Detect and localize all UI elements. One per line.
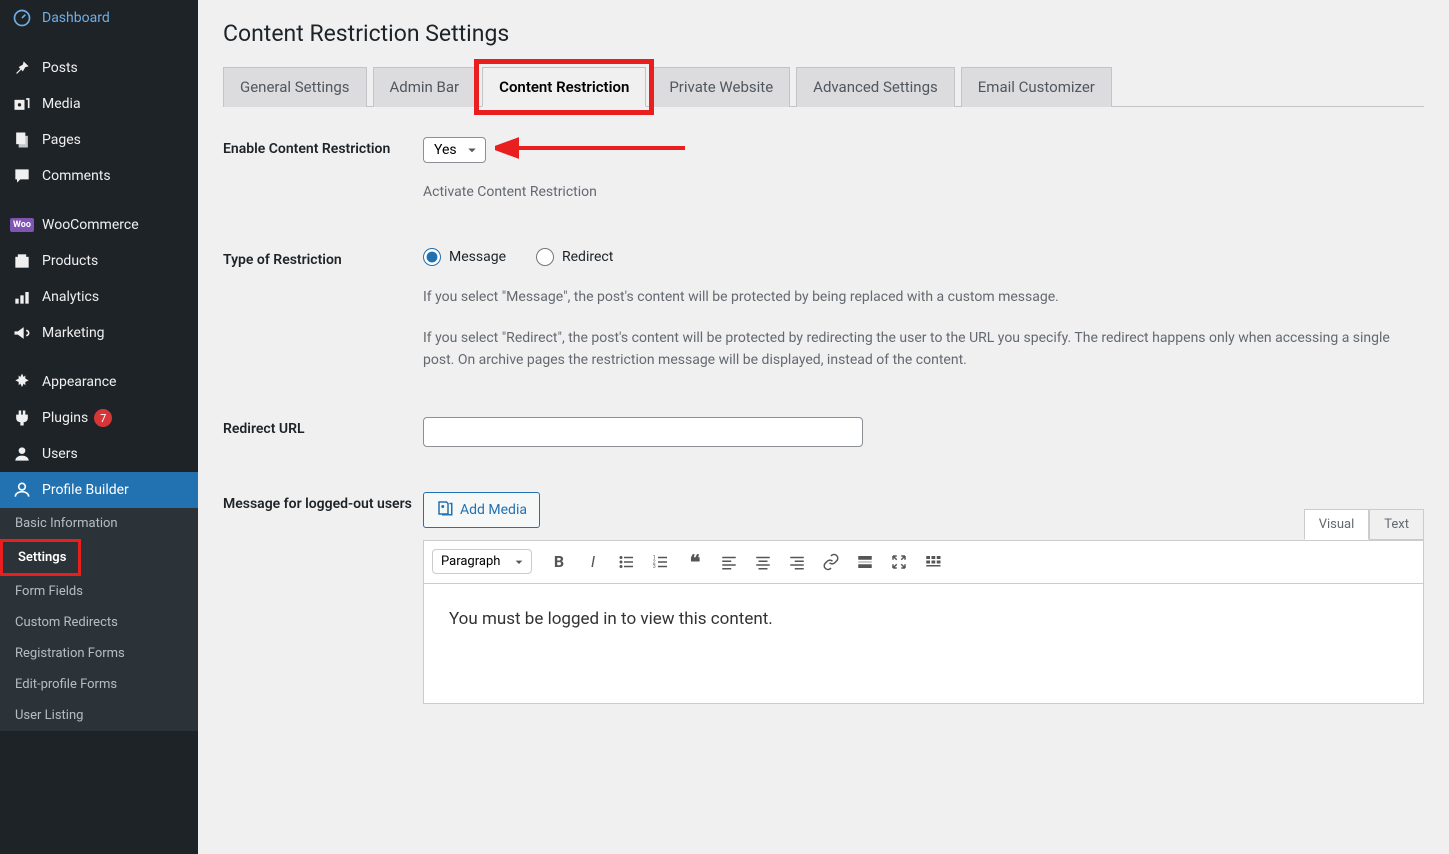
sidebar-item-label: Users [42, 446, 78, 462]
enable-content-restriction-select[interactable]: Yes [423, 137, 486, 163]
media-icon [436, 499, 454, 521]
align-center-icon[interactable] [748, 547, 778, 577]
sidebar-item-posts[interactable]: Posts [0, 50, 198, 86]
readmore-icon[interactable] [850, 547, 880, 577]
sidebar-item-pages[interactable]: Pages [0, 122, 198, 158]
comments-icon [12, 166, 32, 186]
sidebar-item-comments[interactable]: Comments [0, 158, 198, 199]
radio-redirect-input[interactable] [536, 248, 554, 266]
sidebar-item-label: Marketing [42, 325, 105, 341]
sidebar-item-label: WooCommerce [42, 217, 139, 233]
fullscreen-icon[interactable] [884, 547, 914, 577]
sidebar-item-label: Comments [42, 168, 111, 184]
woo-icon: Woo [12, 215, 32, 235]
editor-content[interactable]: You must be logged in to view this conte… [423, 584, 1424, 704]
page-title: Content Restriction Settings [223, 20, 1424, 47]
link-icon[interactable] [816, 547, 846, 577]
align-right-icon[interactable] [782, 547, 812, 577]
tab-private-website[interactable]: Private Website [652, 67, 790, 107]
sidebar-item-label: Dashboard [42, 10, 110, 26]
submenu-form-fields[interactable]: Form Fields [0, 576, 198, 607]
message-logged-out-label: Message for logged-out users [223, 492, 423, 512]
submenu-edit-profile-forms[interactable]: Edit-profile Forms [0, 669, 198, 700]
plugins-badge: 7 [94, 409, 112, 427]
media-icon [12, 94, 32, 114]
sidebar-item-label: Analytics [42, 289, 99, 305]
radio-redirect[interactable]: Redirect [536, 248, 613, 266]
sidebar-item-marketing[interactable]: Marketing [0, 315, 198, 356]
sidebar-item-label: Media [42, 96, 81, 112]
bold-icon[interactable]: B [544, 547, 574, 577]
pin-icon [12, 58, 32, 78]
align-left-icon[interactable] [714, 547, 744, 577]
type-helper-2: If you select "Redirect", the post's con… [423, 327, 1424, 372]
sidebar-item-label: Products [42, 253, 98, 269]
sidebar-item-label: Pages [42, 132, 81, 148]
radio-message[interactable]: Message [423, 248, 506, 266]
pages-icon [12, 130, 32, 150]
sidebar-item-label: Profile Builder [42, 482, 129, 498]
numbered-list-icon[interactable]: 123 [646, 547, 676, 577]
submenu-settings[interactable]: Settings [0, 539, 81, 576]
bullet-list-icon[interactable] [612, 547, 642, 577]
submenu-basic-information[interactable]: Basic Information [0, 508, 198, 539]
submenu: Basic Information Settings Form Fields C… [0, 508, 198, 731]
sidebar-item-appearance[interactable]: Appearance [0, 364, 198, 400]
users-icon [12, 444, 32, 464]
sidebar-item-woocommerce[interactable]: Woo WooCommerce [0, 207, 198, 243]
tab-advanced-settings[interactable]: Advanced Settings [796, 67, 955, 107]
sidebar-item-label: Appearance [42, 374, 116, 390]
submenu-registration-forms[interactable]: Registration Forms [0, 638, 198, 669]
profile-icon [12, 480, 32, 500]
add-media-button[interactable]: Add Media [423, 492, 540, 528]
editor-tab-visual[interactable]: Visual [1304, 509, 1370, 540]
paragraph-select[interactable]: Paragraph [432, 549, 532, 574]
sidebar-item-analytics[interactable]: Analytics [0, 279, 198, 315]
sidebar-item-label: Plugins [42, 410, 88, 426]
sidebar-item-profile-builder[interactable]: Profile Builder [0, 472, 198, 508]
sidebar-item-label: Posts [42, 60, 78, 76]
annotation-arrow [495, 133, 685, 163]
toolbar-toggle-icon[interactable] [918, 547, 948, 577]
products-icon [12, 251, 32, 271]
nav-tabs: General Settings Admin Bar Content Restr… [223, 67, 1424, 107]
type-helper-1: If you select "Message", the post's cont… [423, 286, 1424, 308]
sidebar-item-media[interactable]: Media [0, 86, 198, 122]
tab-content-restriction[interactable]: Content Restriction [482, 67, 646, 107]
tab-general-settings[interactable]: General Settings [223, 67, 367, 107]
appearance-icon [12, 372, 32, 392]
submenu-custom-redirects[interactable]: Custom Redirects [0, 607, 198, 638]
redirect-url-label: Redirect URL [223, 417, 423, 437]
submenu-user-listing[interactable]: User Listing [0, 700, 198, 731]
tab-email-customizer[interactable]: Email Customizer [961, 67, 1112, 107]
sidebar-item-products[interactable]: Products [0, 243, 198, 279]
editor-toolbar: Paragraph B I 123 ❝ [423, 540, 1424, 584]
redirect-url-input[interactable] [423, 417, 863, 447]
analytics-icon [12, 287, 32, 307]
enable-content-restriction-label: Enable Content Restriction [223, 137, 423, 157]
enable-helper: Activate Content Restriction [423, 181, 1424, 203]
radio-message-input[interactable] [423, 248, 441, 266]
marketing-icon [12, 323, 32, 343]
sidebar-item-plugins[interactable]: Plugins 7 [0, 400, 198, 436]
editor-tab-text[interactable]: Text [1369, 509, 1424, 540]
sidebar-item-users[interactable]: Users [0, 436, 198, 472]
svg-text:3: 3 [653, 564, 656, 570]
sidebar-item-dashboard[interactable]: Dashboard [0, 0, 198, 36]
quote-icon[interactable]: ❝ [680, 547, 710, 577]
plugins-icon [12, 408, 32, 428]
dashboard-icon [12, 8, 32, 28]
italic-icon[interactable]: I [578, 547, 608, 577]
tab-admin-bar[interactable]: Admin Bar [373, 67, 477, 107]
type-of-restriction-label: Type of Restriction [223, 248, 423, 268]
